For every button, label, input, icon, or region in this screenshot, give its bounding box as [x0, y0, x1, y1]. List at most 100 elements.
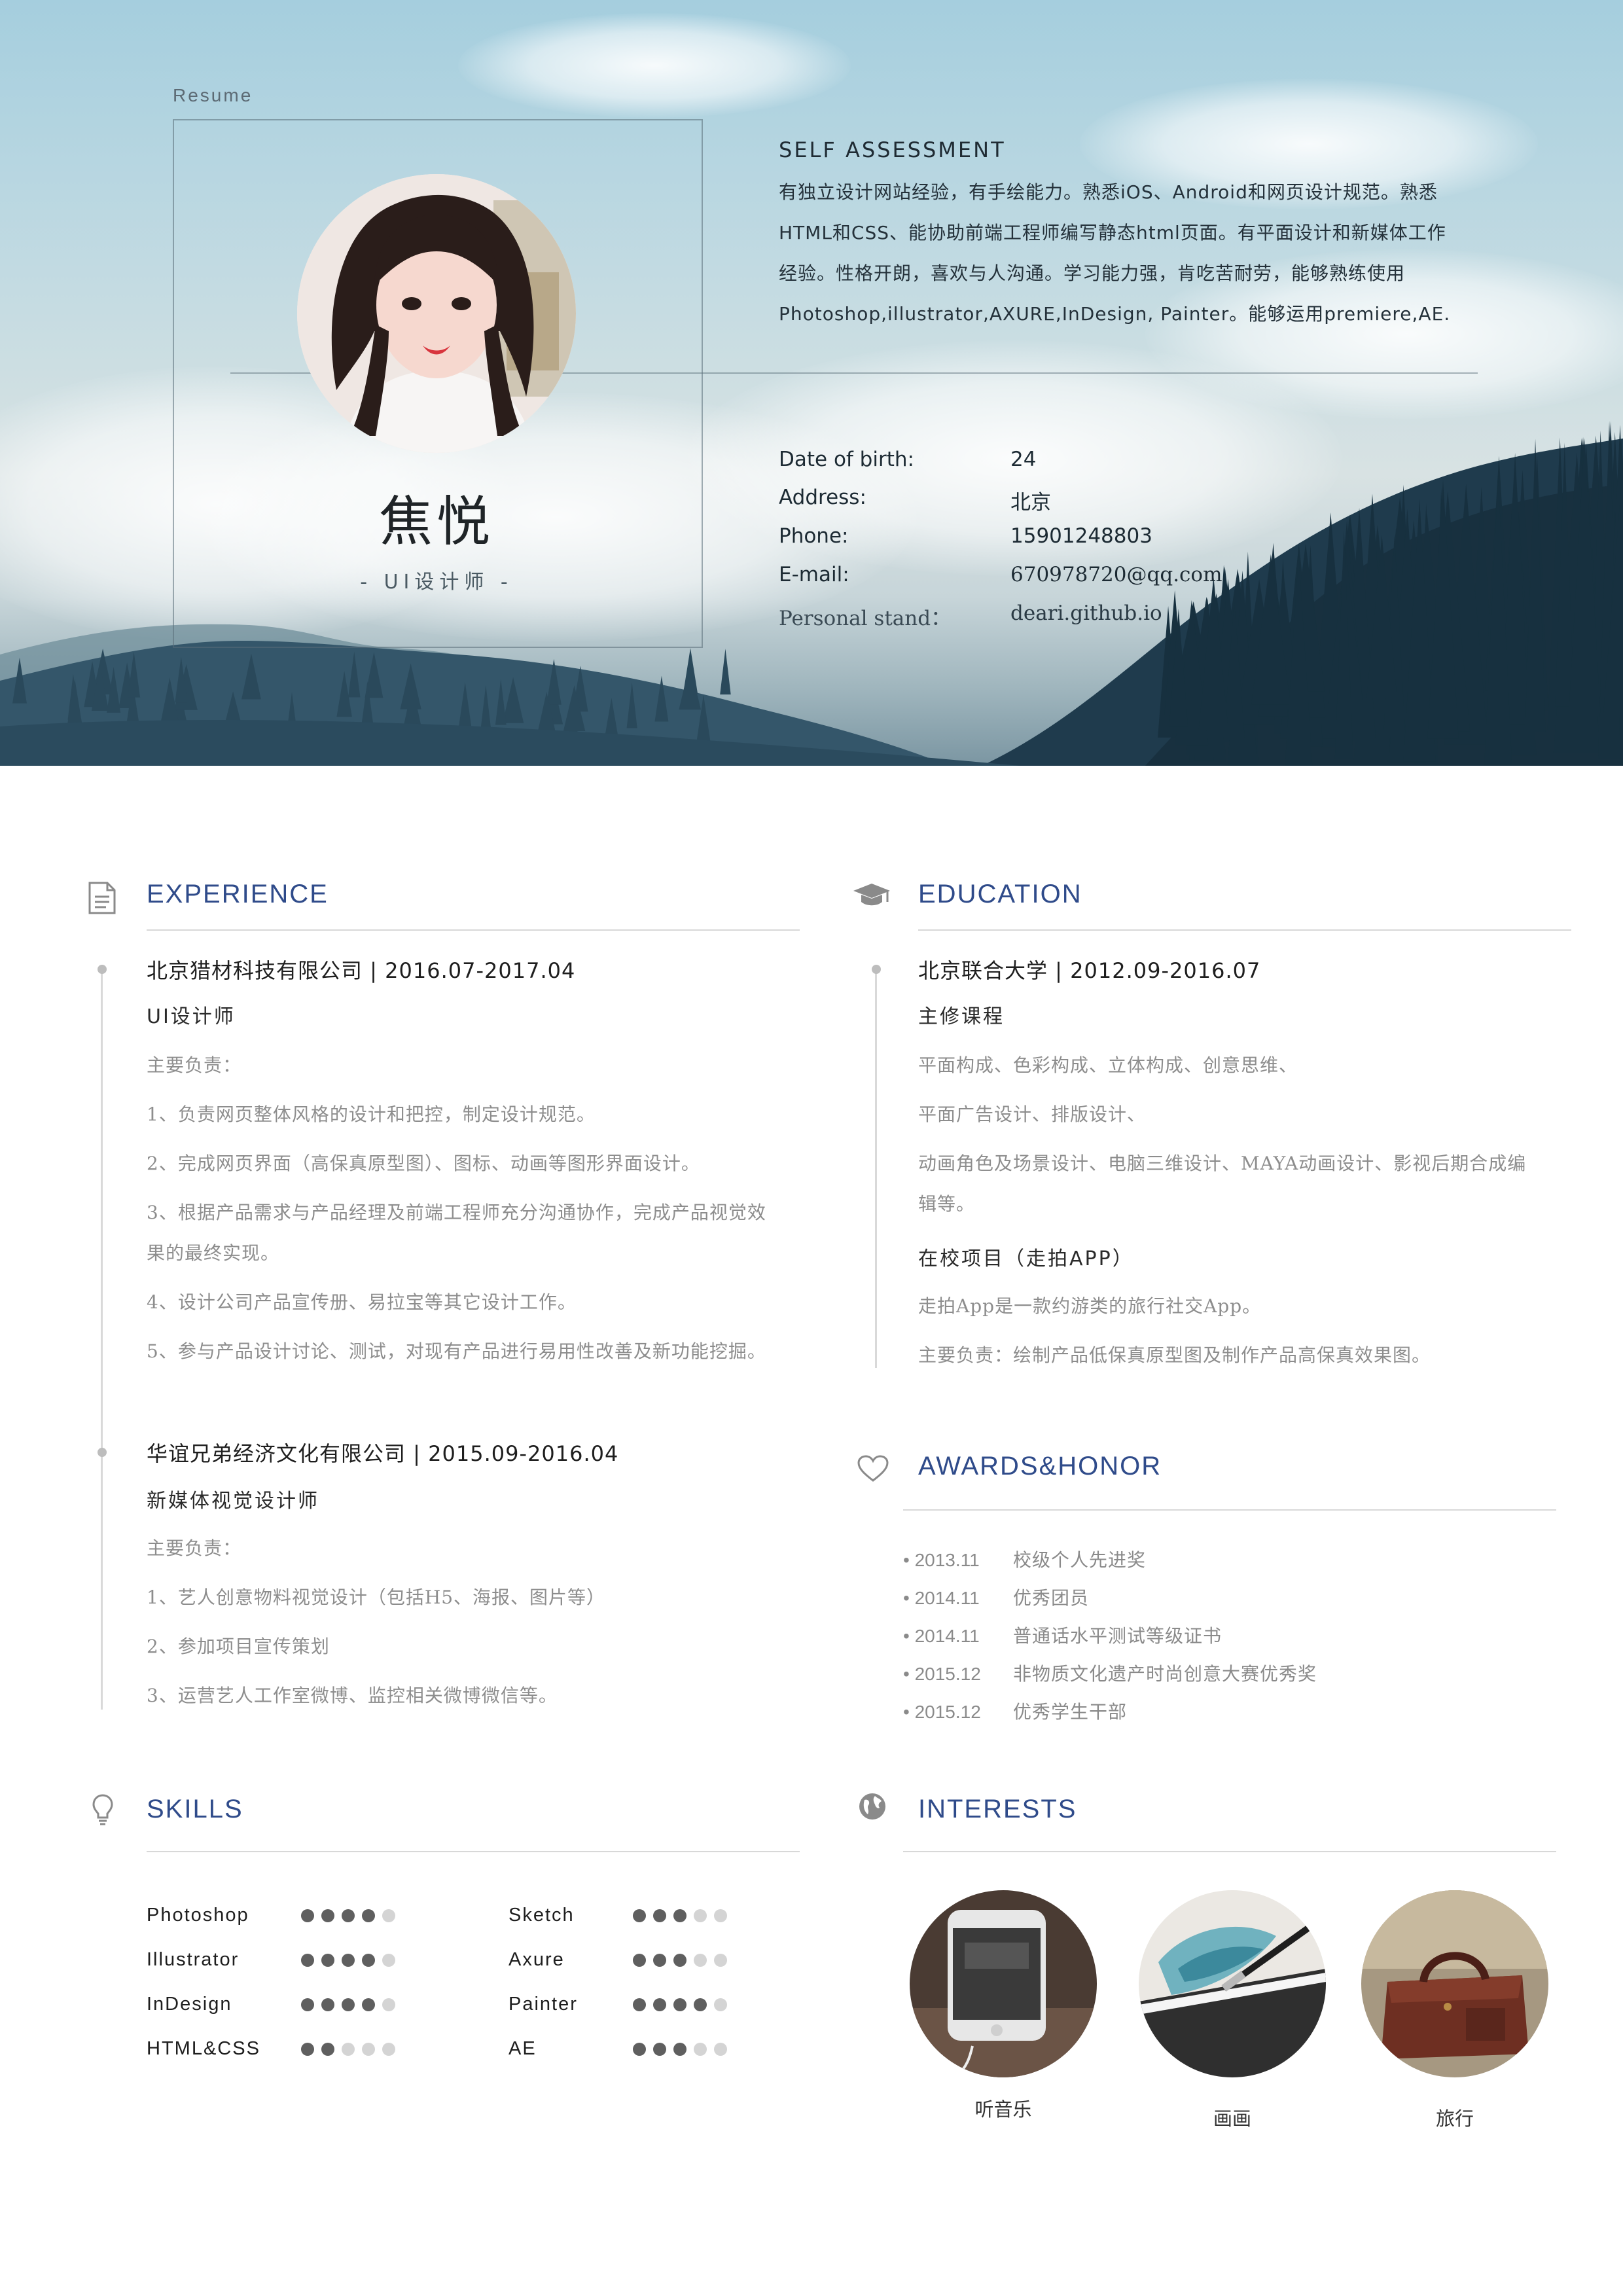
- job-role: UI设计师: [147, 1005, 236, 1028]
- award-item: • 2014.11 优秀团员: [903, 1584, 1089, 1610]
- self-assessment-title: SELF ASSESSMENT: [779, 137, 1006, 162]
- lightbulb-icon: [92, 1794, 113, 1825]
- skill-dot-filled: [673, 1954, 687, 1967]
- awards-title: AWARDS&HONOR: [918, 1452, 1162, 1480]
- skill-dot-filled: [673, 2043, 687, 2056]
- job-duty-line: 1、艺人创意物料视觉设计（包括H5、海报、图片等）: [147, 1587, 606, 1608]
- experience-divider: [147, 929, 800, 931]
- timeline-dot: [872, 965, 881, 974]
- project-title: 在校项目（走拍APP）: [918, 1247, 1134, 1270]
- info-key-phone: Phone:: [779, 524, 849, 548]
- job-duty-line: 3、运营艺人工作室微博、监控相关微博微信等。: [147, 1685, 558, 1706]
- job-duty-line: 果的最终实现。: [147, 1242, 280, 1264]
- skill-dot-filled: [653, 2043, 666, 2056]
- award-item: • 2013.11 校级个人先进奖: [903, 1546, 1146, 1572]
- award-date: • 2015.12: [903, 1664, 981, 1684]
- experience-title: EXPERIENCE: [147, 880, 329, 908]
- skill-dot-filled: [362, 1909, 375, 1922]
- info-value-address: 北京: [1010, 491, 1051, 514]
- award-text: 校级个人先进奖: [1013, 1549, 1147, 1571]
- info-value-email[interactable]: 670978720@qq.com: [1010, 563, 1222, 586]
- award-date: • 2014.11: [903, 1588, 980, 1608]
- heart-icon: [857, 1455, 889, 1482]
- graduation-cap-icon: [853, 884, 890, 906]
- award-text: 优秀团员: [1013, 1587, 1090, 1609]
- person-name: 焦悦: [378, 491, 494, 553]
- skills-title: SKILLS: [147, 1795, 243, 1823]
- skill-dot-empty: [382, 2043, 395, 2056]
- skill-dot-empty: [714, 1998, 727, 2011]
- info-value-phone: 15901248803: [1010, 524, 1152, 548]
- education-timeline: [875, 966, 877, 1368]
- phone-music-photo: [910, 1890, 1097, 2077]
- job-duty-line: 3、根据产品需求与产品经理及前端工程师充分沟通协作，完成产品视觉效: [147, 1202, 766, 1223]
- info-value-website[interactable]: deari.github.io: [1010, 601, 1162, 625]
- interest-label: 旅行: [1435, 2108, 1474, 2130]
- skill-dot-filled: [342, 1998, 355, 2011]
- skill-name: InDesign: [147, 1994, 232, 2015]
- self-assessment-line: Photoshop,illustrator,AXURE,InDesign, Pa…: [779, 303, 1451, 325]
- award-text: 普通话水平测试等级证书: [1013, 1625, 1222, 1647]
- info-key-email: E-mail:: [779, 563, 849, 586]
- job-duty-line: 4、设计公司产品宣传册、易拉宝等其它设计工作。: [147, 1291, 577, 1313]
- skill-dot-filled: [653, 1909, 666, 1922]
- school-name: 北京联合大学 | 2012.09-2016.07: [918, 958, 1261, 983]
- skill-name: Illustrator: [147, 1949, 240, 1970]
- job-duty-line: 5、参与产品设计讨论、测试，对现有产品进行易用性改善及新功能挖掘。: [147, 1340, 766, 1362]
- skill-dot-filled: [633, 2043, 646, 2056]
- experience-timeline: [101, 966, 103, 1710]
- person-role: - UI设计师 -: [360, 571, 513, 594]
- course-line: 辑等。: [918, 1193, 976, 1215]
- course-line: 动画角色及场景设计、电脑三维设计、MAYA动画设计、影视后期合成编: [918, 1153, 1527, 1174]
- award-date: • 2015.12: [903, 1702, 981, 1722]
- info-key-address: Address:: [779, 486, 866, 509]
- interests-title: INTERESTS: [918, 1795, 1077, 1823]
- skill-dot-filled: [301, 1954, 314, 1967]
- course-line: 平面构成、色彩构成、立体构成、创意思维、: [918, 1054, 1298, 1076]
- interest-label: 画画: [1213, 2108, 1251, 2130]
- self-assessment-line: 有独立设计网站经验，有手绘能力。熟悉iOS、Android和网页设计规范。熟悉: [779, 181, 1438, 203]
- skill-dot-filled: [321, 2043, 334, 2056]
- skill-dot-empty: [694, 1954, 707, 1967]
- skill-dot-filled: [301, 1909, 314, 1922]
- award-item: • 2014.11 普通话水平测试等级证书: [903, 1622, 1222, 1648]
- job-duty-line: 主要负责：: [147, 1054, 242, 1076]
- skill-dot-empty: [714, 2043, 727, 2056]
- project-line: 走拍App是一款约游类的旅行社交App。: [918, 1295, 1262, 1317]
- skill-dot-filled: [321, 1909, 334, 1922]
- award-date: • 2013.11: [903, 1550, 980, 1570]
- brush-painting-photo: [1139, 1890, 1326, 2077]
- info-key-birth: Date of birth:: [779, 448, 914, 471]
- skill-dot-filled: [694, 1998, 707, 2011]
- skill-name: AE: [508, 2038, 537, 2059]
- award-text: 非物质文化遗产时尚创意大赛优秀奖: [1013, 1663, 1317, 1685]
- skills-divider: [147, 1851, 800, 1852]
- skill-dot-empty: [694, 1909, 707, 1922]
- skill-name: Photoshop: [147, 1905, 249, 1926]
- award-date: • 2014.11: [903, 1626, 980, 1646]
- award-text: 优秀学生干部: [1013, 1701, 1128, 1723]
- project-line: 主要负责：绘制产品低保真原型图及制作产品高保真效果图。: [918, 1344, 1431, 1366]
- skill-dot-filled: [653, 1998, 666, 2011]
- job-role: 新媒体视觉设计师: [147, 1490, 319, 1513]
- self-assessment-line: HTML和CSS、能协助前端工程师编写静态html页面。有平面设计和新媒体工作: [779, 222, 1446, 243]
- skill-dot-filled: [342, 1954, 355, 1967]
- skill-dot-empty: [714, 1954, 727, 1967]
- skill-name: Sketch: [508, 1905, 575, 1926]
- timeline-dot: [98, 965, 107, 974]
- skill-dot-empty: [382, 1998, 395, 2011]
- skill-dot-filled: [362, 1954, 375, 1967]
- skill-dot-filled: [301, 2043, 314, 2056]
- globe-icon: [859, 1793, 885, 1820]
- skill-dot-filled: [673, 1909, 687, 1922]
- skill-dot-filled: [653, 1954, 666, 1967]
- skill-dot-filled: [362, 1998, 375, 2011]
- courses-title: 主修课程: [918, 1005, 1005, 1028]
- avatar: [297, 174, 576, 453]
- skill-dot-empty: [694, 2043, 707, 2056]
- travel-bag-photo: [1361, 1890, 1548, 2077]
- education-divider: [918, 929, 1571, 931]
- course-line: 平面广告设计、排版设计、: [918, 1103, 1147, 1125]
- skill-dot-filled: [321, 1998, 334, 2011]
- job-duty-line: 主要负责：: [147, 1537, 242, 1559]
